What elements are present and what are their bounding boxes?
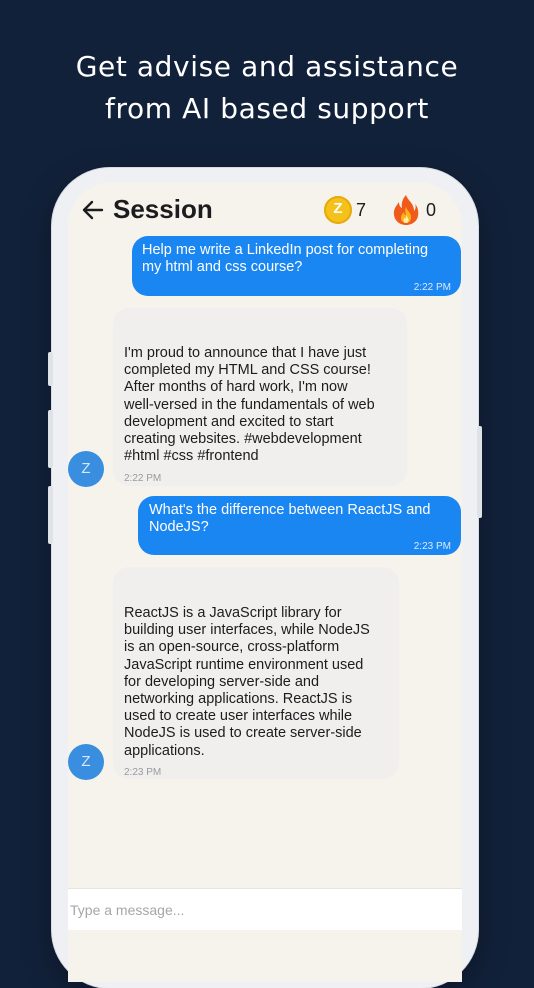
assistant-message: ReactJS is a JavaScript library for buil…: [113, 567, 399, 779]
message-line: ReactJS is a JavaScript library for: [124, 605, 342, 621]
promo-headline: Get advise and assistance from AI based …: [0, 46, 534, 130]
message-line: is an open-source, cross-platform: [124, 639, 340, 656]
message-line: my html and css course?: [142, 259, 303, 276]
phone-volume-up-button: [48, 410, 53, 468]
message-line: completed my HTML and CSS course!: [124, 362, 371, 379]
fire-icon: [393, 195, 419, 225]
chat-header: Session Z 7 0: [68, 182, 462, 238]
coin-glyph: Z: [333, 200, 343, 217]
avatar: Z: [68, 744, 104, 780]
message-line: development and excited to start: [124, 413, 334, 430]
coin-count: 7: [356, 200, 367, 220]
message-line: used to create user interfaces while: [124, 708, 353, 725]
message-line: JavaScript runtime environment used: [124, 656, 364, 673]
message-line: applications.: [124, 742, 205, 759]
message-line: Help me write a LinkedIn post for comple…: [142, 242, 429, 258]
arrow-left-icon[interactable]: [80, 198, 106, 222]
phone-volume-down-button: [48, 486, 53, 544]
z-coin-icon: Z: [324, 196, 352, 224]
message-line: for developing server-side and: [124, 673, 320, 690]
message-line: What's the difference between ReactJS an…: [149, 502, 431, 518]
message-line: networking applications. ReactJS is: [124, 691, 353, 708]
message-timestamp: 2:22 PM: [413, 282, 451, 293]
message-line: building user interfaces, while NodeJS: [124, 622, 370, 639]
chat-screen: Session Z 7 0 Help me write a LinkedIn p…: [68, 182, 462, 982]
phone-power-button: [477, 426, 482, 518]
message-line: NodeJS?: [149, 519, 209, 536]
avatar: Z: [68, 451, 104, 487]
avatar-initial: Z: [81, 460, 91, 477]
avatar-initial: Z: [81, 753, 91, 770]
message-input[interactable]: [68, 889, 462, 931]
message-line: #html #css #frontend: [124, 448, 259, 465]
message-timestamp: 2:23 PM: [413, 541, 451, 552]
message-timestamp: 2:23 PM: [124, 767, 162, 778]
message-line: creating websites. #webdevelopment: [124, 431, 362, 448]
message-timestamp: 2:22 PM: [124, 473, 162, 484]
assistant-message: I'm proud to announce that I have just c…: [113, 308, 407, 486]
message-line: well-versed in the fundamentals of web: [124, 396, 375, 413]
page-title: Session: [113, 194, 213, 224]
promo-headline-line-1: Get advise and assistance: [75, 50, 459, 83]
message-line: After months of hard work, I'm now: [124, 379, 348, 396]
message-line: I'm proud to announce that I have just: [124, 345, 367, 361]
user-message: What's the difference between ReactJS an…: [138, 496, 461, 555]
streak-count: 0: [426, 200, 437, 220]
message-line: NodeJS is used to create server-side: [124, 725, 362, 742]
message-composer: [68, 888, 462, 931]
promo-headline-line-2: from AI based support: [105, 92, 429, 125]
screen-bottom-area: [68, 930, 462, 982]
phone-side-button: [48, 352, 53, 386]
user-message: Help me write a LinkedIn post for comple…: [132, 236, 461, 296]
